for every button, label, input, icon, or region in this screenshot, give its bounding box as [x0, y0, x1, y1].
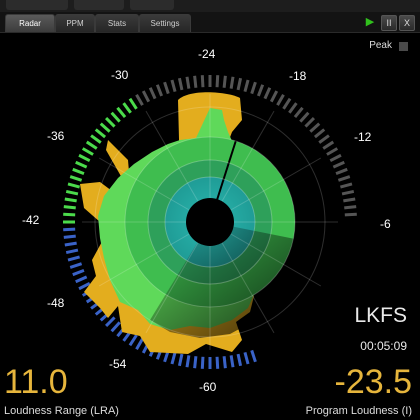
loudness-range-value: 11.0	[4, 363, 68, 401]
scale-ring-segment	[64, 197, 77, 203]
scale-ring-segment	[243, 79, 250, 92]
scale-ring-segment	[122, 102, 132, 114]
scale-ring-segment	[163, 81, 170, 95]
scale-ring-segment	[85, 140, 98, 150]
scale-ring-segment	[229, 76, 235, 89]
scale-label: -24	[198, 47, 216, 61]
scale-label: -60	[199, 380, 217, 394]
scale-ring-segment	[78, 153, 91, 163]
scale-ring-segment	[110, 321, 121, 333]
scale-ring-segment	[110, 111, 121, 123]
scale-ring-segment	[63, 234, 76, 239]
scale-ring-segment	[318, 134, 330, 144]
scale-ring-segment	[337, 175, 351, 182]
scale-ring-segment	[332, 160, 345, 169]
scale-ring-segment	[243, 352, 250, 365]
scale-ring-segment	[193, 75, 198, 88]
scale-ring-segment	[116, 106, 127, 119]
scale-ring-segment	[63, 212, 76, 217]
unit-label: LKFS	[354, 304, 407, 327]
scale-ring-segment	[155, 84, 164, 97]
scale-ring-segment	[128, 97, 138, 110]
scale-ring-segment	[128, 334, 138, 347]
scale-ring-segment	[185, 76, 191, 89]
scale-ring-segment	[72, 167, 85, 176]
scale-ring-segment	[81, 147, 94, 156]
scale-ring-segment	[99, 122, 111, 133]
scale-ring-segment	[104, 316, 116, 328]
scale-ring-segment	[67, 255, 80, 262]
scale-ring-segment	[148, 87, 157, 100]
scale-ring-segment	[90, 134, 102, 144]
scale-ring-segment	[341, 189, 355, 196]
scale-label: -12	[354, 130, 372, 144]
scale-ring-segment	[335, 167, 348, 176]
scale-ring-segment	[177, 77, 184, 91]
scale-ring-segment	[185, 355, 191, 368]
scale-ring-segment	[63, 205, 76, 210]
scale-ring-segment	[67, 182, 80, 189]
scale-label: -30	[111, 68, 129, 82]
scale-ring-segment	[222, 356, 227, 369]
scale-ring-segment	[177, 353, 184, 367]
scale-label: -18	[289, 69, 307, 83]
scale-ring-segment	[236, 353, 243, 367]
scale-label: -42	[22, 213, 40, 227]
scale-ring-segment	[250, 81, 257, 95]
loudness-radar	[63, 75, 357, 369]
scale-ring-segment	[288, 102, 298, 114]
scale-ring-segment	[215, 356, 220, 369]
scale-ring-segment	[200, 75, 205, 88]
scale-ring-segment	[94, 128, 107, 139]
scale-label: -48	[47, 296, 65, 310]
scale-label: -6	[380, 217, 391, 231]
scale-ring-segment	[322, 140, 335, 150]
scale-ring-segment	[65, 248, 79, 255]
scale-ring-segment	[299, 111, 310, 123]
scale-ring-segment	[69, 262, 83, 269]
scale-ring-segment	[75, 160, 88, 169]
scale-ring-segment	[65, 189, 79, 196]
scale-ring-segment	[215, 75, 220, 88]
scale-ring-segment	[269, 90, 279, 103]
radar-center	[186, 198, 234, 246]
scale-ring-segment	[344, 205, 357, 210]
scale-ring-segment	[326, 147, 339, 156]
scale-ring-segment	[276, 93, 285, 106]
scale-ring-segment	[135, 338, 144, 351]
program-loudness-label: Program Loudness (I)	[305, 405, 412, 417]
scale-ring-segment	[236, 77, 243, 91]
scale-ring-segment	[104, 116, 116, 128]
scale-ring-segment	[340, 182, 353, 189]
scale-ring-segment	[193, 356, 198, 369]
scale-ring-segment	[309, 122, 321, 133]
scale-ring-segment	[141, 90, 151, 103]
scale-ring-segment	[263, 87, 272, 100]
scale-ring-segment	[75, 275, 88, 284]
scale-ring-segment	[63, 227, 76, 232]
scale-ring-segment	[344, 212, 357, 217]
elapsed-time: 00:05:09	[360, 339, 407, 353]
scale-ring-segment	[282, 97, 292, 110]
scale-ring-segment	[343, 197, 356, 203]
scale-ring-segment	[200, 356, 205, 369]
scale-ring-segment	[229, 355, 235, 368]
scale-label: -54	[109, 357, 127, 371]
scale-ring-segment	[64, 241, 77, 247]
program-loudness-value: -23.5	[334, 363, 413, 401]
scale-ring-segment	[170, 79, 177, 92]
scale-ring-segment	[135, 93, 144, 106]
loudness-range-label: Loudness Range (LRA)	[4, 405, 119, 417]
scale-ring-segment	[329, 153, 342, 163]
scale-label: -36	[47, 129, 65, 143]
scale-ring-segment	[256, 84, 265, 97]
scale-ring-segment	[293, 106, 304, 119]
scale-ring-segment	[170, 352, 177, 365]
scale-ring-segment	[313, 128, 326, 139]
scale-ring-segment	[304, 116, 316, 128]
scale-ring-segment	[250, 349, 257, 363]
scale-ring-segment	[222, 75, 227, 88]
scale-ring-segment	[69, 175, 83, 182]
scale-ring-segment	[72, 268, 85, 277]
